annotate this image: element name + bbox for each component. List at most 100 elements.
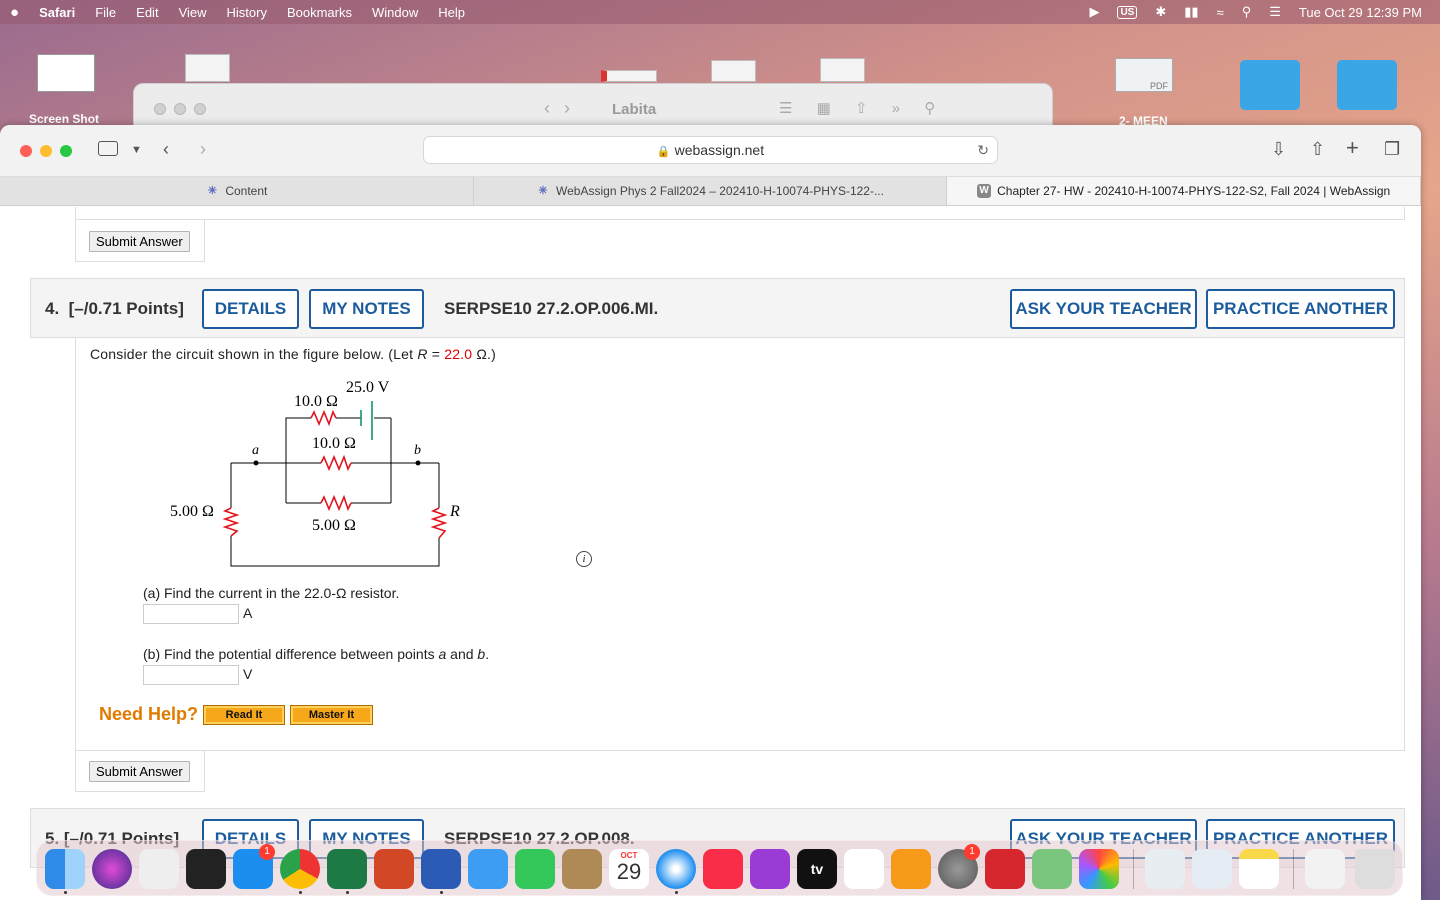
new-tab-icon[interactable]: +	[1346, 135, 1359, 161]
share-icon[interactable]: ⇧	[1310, 139, 1325, 160]
play-icon[interactable]: ▶	[1089, 4, 1099, 20]
apple-tv-icon[interactable]: tv	[797, 849, 837, 889]
resistor-mid-label: 10.0 Ω	[312, 435, 356, 452]
finder-toolbar-icons[interactable]: ☰ ▦ ⇧ » ⚲	[779, 99, 945, 117]
finder-icon[interactable]	[45, 849, 85, 889]
trash-icon[interactable]	[1355, 849, 1395, 889]
wifi-icon[interactable]: ≈	[1217, 5, 1224, 20]
apple-icon[interactable]: ●	[10, 4, 19, 21]
siri-icon[interactable]	[92, 849, 132, 889]
navigation-arrows[interactable]: ‹›	[544, 98, 584, 119]
submit-answer-button[interactable]: Submit Answer	[89, 231, 190, 252]
photos-icon[interactable]	[1079, 849, 1119, 889]
word-icon[interactable]	[421, 849, 461, 889]
close-icon[interactable]	[154, 103, 166, 115]
menu-help[interactable]: Help	[438, 5, 465, 20]
menu-window[interactable]: Window	[372, 5, 418, 20]
zoom-icon[interactable]	[194, 103, 206, 115]
sidebar-toggle-icon[interactable]	[98, 141, 118, 156]
menu-bookmarks[interactable]: Bookmarks	[287, 5, 352, 20]
tab-chapter-27-hw[interactable]: W Chapter 27- HW - 202410-H-10074-PHYS-12…	[947, 177, 1421, 205]
document-thumbnail-icon[interactable]	[820, 58, 865, 82]
my-notes-button[interactable]: MY NOTES	[309, 289, 424, 329]
forward-icon[interactable]: ›	[200, 139, 206, 160]
podcasts-icon[interactable]	[750, 849, 790, 889]
part-b-answer-input[interactable]	[143, 665, 239, 685]
screenshot-file-icon[interactable]	[37, 54, 95, 92]
screenshot-file-label: Screen Shot	[29, 112, 100, 126]
safari-window: ▼ ‹ › 🔒 webassign.net ↻ ⇩ ⇧ + ❐ ✳ Content …	[0, 125, 1421, 900]
chrome-icon[interactable]	[280, 849, 320, 889]
music-icon[interactable]	[703, 849, 743, 889]
folder-icon[interactable]	[1337, 60, 1397, 110]
recent-document-icon[interactable]	[1305, 849, 1345, 889]
menu-clock[interactable]: Tue Oct 29 12:39 PM	[1299, 5, 1422, 20]
bluetooth-icon[interactable]: ✱	[1155, 4, 1166, 20]
downloads-icon[interactable]: ⇩	[1271, 139, 1286, 160]
contacts-icon[interactable]	[562, 849, 602, 889]
printer-icon[interactable]	[1192, 849, 1232, 889]
dock: 1 OCT 29 tv 1	[36, 840, 1403, 896]
ask-your-teacher-button[interactable]: ASK YOUR TEACHER	[1010, 289, 1197, 329]
tab-webassign-course[interactable]: ✳ WebAssign Phys 2 Fall2024 – 202410-H-10…	[474, 177, 948, 205]
books-icon[interactable]	[891, 849, 931, 889]
reload-icon[interactable]: ↻	[977, 137, 989, 164]
circuit-diagram: 25.0 V 10.0 Ω 10.0 Ω 5.00 Ω 5.00 Ω R a b	[170, 379, 460, 567]
menu-view[interactable]: View	[179, 5, 207, 20]
preview-icon[interactable]	[1145, 849, 1185, 889]
previous-question-box	[75, 207, 1405, 220]
tab-overview-icon[interactable]: ❐	[1384, 139, 1400, 160]
browser-toolbar: ▼ ‹ › 🔒 webassign.net ↻ ⇩ ⇧ + ❐	[0, 125, 1421, 177]
running-indicator	[299, 891, 302, 894]
launchpad-icon[interactable]	[139, 849, 179, 889]
dock-separator	[1293, 849, 1294, 889]
part-a-answer-input[interactable]	[143, 604, 239, 624]
document-thumbnail-icon[interactable]	[711, 60, 756, 82]
menu-history[interactable]: History	[227, 5, 267, 20]
control-center-icon[interactable]: ☰	[1269, 4, 1281, 20]
tab-content[interactable]: ✳ Content	[0, 177, 474, 205]
calendar-icon[interactable]: OCT 29	[609, 849, 649, 889]
powerpoint-icon[interactable]	[374, 849, 414, 889]
menu-file[interactable]: File	[95, 5, 116, 20]
details-button[interactable]: DETAILS	[202, 289, 299, 329]
running-indicator	[346, 891, 349, 894]
safari-icon[interactable]	[656, 849, 696, 889]
webassign-icon: ✳	[538, 185, 548, 197]
close-window-icon[interactable]	[20, 145, 32, 157]
part-a-prompt: (a) Find the current in the 22.0-Ω resis…	[143, 585, 400, 601]
back-icon[interactable]: ‹	[163, 139, 169, 160]
document-thumbnail-icon[interactable]	[601, 70, 657, 82]
master-it-button[interactable]: Master It	[290, 705, 373, 725]
keyboard-input-badge[interactable]: US	[1117, 5, 1138, 19]
chevron-down-icon[interactable]: ▼	[131, 144, 142, 156]
minimize-window-icon[interactable]	[40, 145, 52, 157]
minimize-icon[interactable]	[174, 103, 186, 115]
document-thumbnail-icon[interactable]	[185, 54, 230, 82]
practice-another-button[interactable]: PRACTICE ANOTHER	[1206, 289, 1395, 329]
notes-icon[interactable]	[1239, 849, 1279, 889]
dock-separator	[1133, 849, 1134, 889]
excel-icon[interactable]	[327, 849, 367, 889]
photo-booth-icon[interactable]	[985, 849, 1025, 889]
news-icon[interactable]	[844, 849, 884, 889]
widgets-icon[interactable]	[186, 849, 226, 889]
facetime-icon[interactable]	[515, 849, 555, 889]
folder-icon[interactable]	[1240, 60, 1300, 110]
pdf-file-icon[interactable]: PDF	[1115, 58, 1173, 92]
menu-edit[interactable]: Edit	[136, 5, 158, 20]
submit-answer-button[interactable]: Submit Answer	[89, 761, 190, 782]
read-it-button[interactable]: Read It	[203, 705, 285, 725]
address-bar[interactable]: 🔒 webassign.net ↻	[423, 136, 998, 164]
spotlight-search-icon[interactable]: ⚲	[1242, 4, 1252, 20]
info-icon[interactable]: i	[576, 551, 592, 567]
maps-icon[interactable]	[1032, 849, 1072, 889]
battery-label: 25.0 V	[346, 379, 390, 396]
battery-icon[interactable]: ▮▮	[1184, 4, 1198, 20]
running-indicator	[64, 891, 67, 894]
pdf-label: PDF	[1150, 81, 1168, 91]
menu-app-name[interactable]: Safari	[39, 5, 75, 20]
page-content: Submit Answer 4. [–/0.71 Points] DETAILS…	[0, 207, 1421, 900]
fullscreen-window-icon[interactable]	[60, 145, 72, 157]
mail-icon[interactable]	[468, 849, 508, 889]
